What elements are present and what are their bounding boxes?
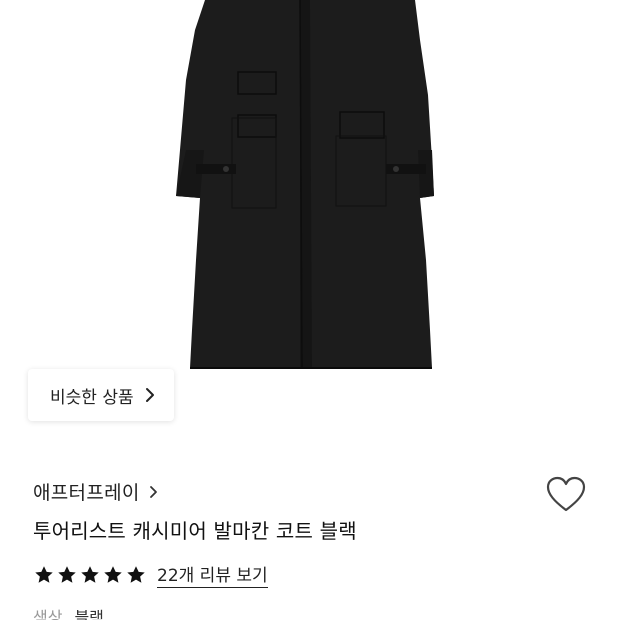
chevron-right-icon — [149, 485, 157, 498]
star-icon — [127, 565, 145, 583]
color-row: 색상 블랙 — [33, 604, 104, 620]
color-label: 색상 — [33, 608, 63, 620]
star-rating — [33, 564, 147, 586]
heart-outline-icon[interactable] — [545, 475, 587, 515]
star-icon — [58, 565, 76, 583]
star-icon — [104, 565, 122, 583]
star-icon — [81, 565, 99, 583]
brand-link[interactable]: 애프터프레이 — [33, 478, 159, 505]
rating-row: 22개 리뷰 보기 — [33, 561, 268, 588]
brand-name: 애프터프레이 — [33, 482, 140, 504]
similar-products-label: 비슷한 상품 — [50, 387, 134, 408]
product-title: 투어리스트 캐시미어 발마칸 코트 블랙 — [33, 519, 357, 543]
color-value: 블랙 — [74, 608, 104, 620]
chevron-right-icon — [145, 388, 154, 402]
similar-products-button[interactable]: 비슷한 상품 — [28, 369, 174, 421]
review-link[interactable]: 22개 리뷰 보기 — [157, 561, 268, 588]
star-icon — [35, 565, 53, 583]
